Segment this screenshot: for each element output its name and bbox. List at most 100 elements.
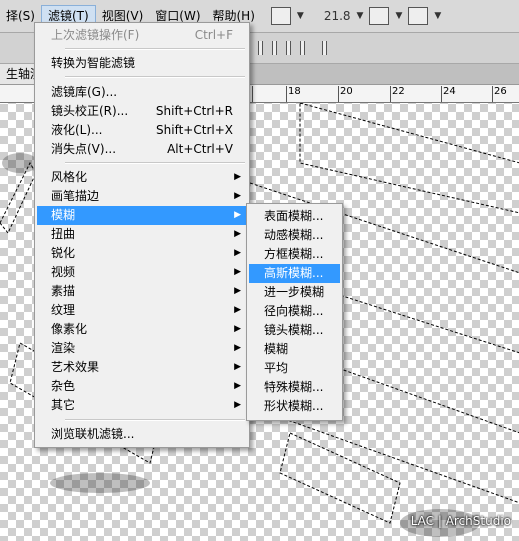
submenu-arrow-icon: ▶ [234, 381, 241, 391]
chevron-down-icon[interactable]: ▼ [395, 11, 402, 21]
submenu-item-radial-blur[interactable]: 径向模糊... [249, 302, 340, 321]
align-icon[interactable] [272, 41, 277, 55]
blur-submenu: 表面模糊... 动感模糊... 方框模糊... 高斯模糊... 进一步模糊 径向… [246, 203, 343, 421]
ruler-label: 26 [494, 86, 507, 97]
watermark: LAC | ArchStudio [410, 514, 511, 528]
menu-item-label: 锐化 [51, 246, 76, 260]
submenu-arrow-icon: ▶ [234, 267, 241, 277]
menu-item-label: 浏览联机滤镜... [51, 427, 135, 441]
menu-item-liquify[interactable]: 液化(L)... Shift+Ctrl+X [37, 121, 247, 140]
menu-separator [65, 162, 245, 164]
menu-separator [65, 76, 245, 78]
shortcut-label: Shift+Ctrl+R [155, 104, 233, 118]
menu-item-label: 素描 [51, 284, 76, 298]
menu-item-artistic[interactable]: 艺术效果 ▶ [37, 358, 247, 377]
submenu-item-smart-blur[interactable]: 特殊模糊... [249, 378, 340, 397]
menu-item-label: 消失点(V)... [51, 142, 117, 156]
submenu-arrow-icon: ▶ [234, 229, 241, 239]
ruler-tick [338, 86, 339, 102]
menu-item-label: 扭曲 [51, 227, 76, 241]
menubar-tools: ▼ 21.8 ▼ ▼ ▼ [270, 7, 441, 25]
screen-mode-icon[interactable] [270, 7, 291, 25]
chevron-down-icon[interactable]: ▼ [434, 11, 441, 21]
menu-item-distort[interactable]: 扭曲 ▶ [37, 225, 247, 244]
menu-item-label: 像素化 [51, 322, 88, 336]
shortcut-label: Ctrl+F [194, 28, 233, 42]
menu-item-noise[interactable]: 杂色 ▶ [37, 377, 247, 396]
menu-item-label: 画笔描边 [51, 189, 100, 203]
submenu-arrow-icon: ▶ [234, 286, 241, 296]
submenu-arrow-icon: ▶ [234, 191, 241, 201]
submenu-item-gaussian-blur[interactable]: 高斯模糊... [249, 264, 340, 283]
menu-item-brush-strokes[interactable]: 画笔描边 ▶ [37, 187, 247, 206]
align-icon[interactable] [286, 41, 291, 55]
ruler-tick [441, 86, 442, 102]
ruler-tick [286, 86, 287, 102]
submenu-arrow-icon: ▶ [234, 248, 241, 258]
submenu-item-average[interactable]: 平均 [249, 359, 340, 378]
menu-item-label: 上次滤镜操作(F) [51, 28, 140, 42]
submenu-arrow-icon: ▶ [234, 172, 241, 182]
submenu-item-motion-blur[interactable]: 动感模糊... [249, 226, 340, 245]
menu-item-label: 其它 [51, 398, 76, 412]
menu-item-label: 滤镜库(G)... [51, 85, 118, 99]
distribute-icon[interactable] [322, 41, 327, 55]
align-icon[interactable] [300, 41, 305, 55]
submenu-item-lens-blur[interactable]: 镜头模糊... [249, 321, 340, 340]
submenu-arrow-icon: ▶ [234, 362, 241, 372]
menu-item-last-filter[interactable]: 上次滤镜操作(F) Ctrl+F [37, 26, 247, 45]
shortcut-label: Shift+Ctrl+X [156, 123, 233, 137]
menu-item-blur[interactable]: 模糊 ▶ [37, 206, 247, 225]
ruler-tick [492, 86, 493, 102]
submenu-arrow-icon: ▶ [234, 305, 241, 315]
menu-item-filter-gallery[interactable]: 滤镜库(G)... [37, 83, 247, 102]
submenu-item-blur[interactable]: 模糊 [249, 340, 340, 359]
submenu-item-box-blur[interactable]: 方框模糊... [249, 245, 340, 264]
menu-item-label: 液化(L)... [51, 123, 103, 137]
submenu-arrow-icon: ▶ [234, 400, 241, 410]
menu-separator [65, 48, 245, 50]
menu-item-label: 镜头校正(R)... [51, 104, 129, 118]
menu-item-label: 杂色 [51, 379, 76, 393]
menu-item-sharpen[interactable]: 锐化 ▶ [37, 244, 247, 263]
submenu-arrow-icon: ▶ [234, 324, 241, 334]
menu-item-label: 渲染 [51, 341, 76, 355]
chevron-down-icon[interactable]: ▼ [357, 11, 364, 21]
menu-item-vanishing-point[interactable]: 消失点(V)... Alt+Ctrl+V [37, 140, 247, 159]
shortcut-label: Alt+Ctrl+V [167, 142, 233, 156]
ruler-tick [252, 86, 253, 102]
menu-item-label: 纹理 [51, 303, 76, 317]
menu-separator [65, 419, 245, 421]
ruler-tick [390, 86, 391, 102]
menu-item-sketch[interactable]: 素描 ▶ [37, 282, 247, 301]
menu-item-other[interactable]: 其它 ▶ [37, 396, 247, 415]
menu-item-video[interactable]: 视频 ▶ [37, 263, 247, 282]
submenu-item-blur-more[interactable]: 进一步模糊 [249, 283, 340, 302]
menu-item-lens-correction[interactable]: 镜头校正(R)... Shift+Ctrl+R [37, 102, 247, 121]
menu-item-render[interactable]: 渲染 ▶ [37, 339, 247, 358]
menu-item-label: 视频 [51, 265, 76, 279]
screen-layout-icon[interactable] [408, 7, 429, 25]
align-icon[interactable] [258, 41, 263, 55]
ruler-label: 18 [288, 86, 301, 97]
menu-item-convert-smart-filter[interactable]: 转换为智能滤镜 [37, 54, 247, 73]
filter-menu: 上次滤镜操作(F) Ctrl+F 转换为智能滤镜 滤镜库(G)... 镜头校正(… [34, 22, 250, 448]
chevron-down-icon[interactable]: ▼ [297, 11, 304, 21]
submenu-item-shape-blur[interactable]: 形状模糊... [249, 397, 340, 416]
menu-item-label: 艺术效果 [51, 360, 100, 374]
ruler-label: 20 [340, 86, 353, 97]
arrange-documents-icon[interactable] [369, 7, 390, 25]
submenu-arrow-icon: ▶ [234, 210, 241, 220]
menu-item-texture[interactable]: 纹理 ▶ [37, 301, 247, 320]
menu-item-stylize[interactable]: 风格化 ▶ [37, 168, 247, 187]
ruler-label: 22 [392, 86, 405, 97]
menu-item-label: 风格化 [51, 170, 88, 184]
submenu-arrow-icon: ▶ [234, 343, 241, 353]
zoom-level[interactable]: 21.8 [324, 9, 351, 23]
menu-item-pixelate[interactable]: 像素化 ▶ [37, 320, 247, 339]
menu-item-label: 模糊 [51, 208, 76, 222]
menu-item-browse-filters-online[interactable]: 浏览联机滤镜... [37, 425, 247, 444]
ruler-label: 24 [443, 86, 456, 97]
menu-item-label: 转换为智能滤镜 [51, 56, 136, 70]
submenu-item-surface-blur[interactable]: 表面模糊... [249, 207, 340, 226]
